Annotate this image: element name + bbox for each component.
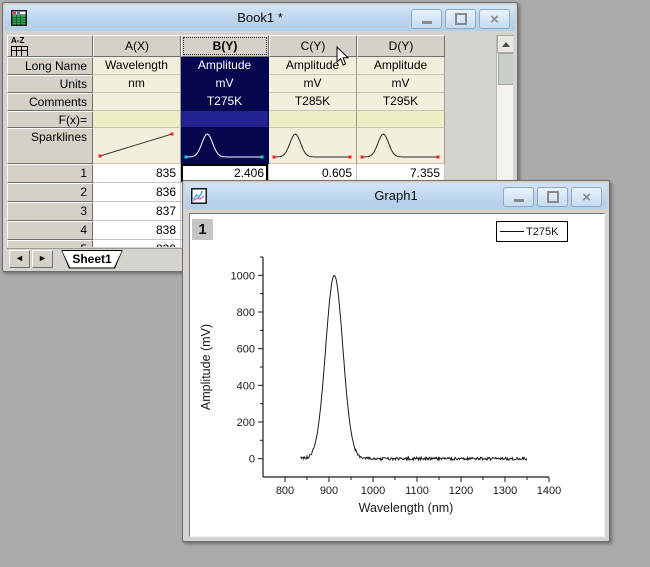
chevron-up-icon — [502, 42, 510, 47]
close-button[interactable]: × — [571, 187, 602, 207]
graph-page: 800 900 1000 1100 1200 1300 1400 0 200 400 600 800 1… — [189, 213, 605, 537]
units-b[interactable]: mV — [181, 75, 269, 93]
svg-text:1000: 1000 — [231, 270, 255, 282]
sparkline-d[interactable] — [357, 128, 445, 164]
maximize-icon — [455, 13, 467, 25]
svg-text:200: 200 — [237, 417, 255, 429]
svg-text:1300: 1300 — [493, 485, 517, 497]
scroll-up-button[interactable] — [497, 35, 513, 53]
cell-a2[interactable]: 836 — [93, 183, 181, 202]
svg-text:600: 600 — [237, 344, 255, 356]
legend-line-sample — [500, 231, 524, 232]
svg-text:800: 800 — [237, 307, 255, 319]
graph-window: Graph1 × 800 900 1000 1100 1200 1300 1400 0 200 4… — [182, 180, 610, 542]
column-header-b[interactable]: B(Y) — [181, 35, 269, 57]
column-header-d[interactable]: D(Y) — [357, 35, 445, 57]
row-number[interactable]: 2 — [7, 183, 93, 202]
workbook-titlebar[interactable]: Book1 * × — [5, 5, 515, 31]
column-header-c[interactable]: C(Y) — [269, 35, 357, 57]
maximize-button[interactable] — [445, 9, 476, 29]
long-name-b[interactable]: Amplitude — [181, 57, 269, 75]
svg-text:900: 900 — [320, 485, 338, 497]
row-label-sparklines[interactable]: Sparklines — [7, 128, 93, 164]
row-number[interactable]: 3 — [7, 202, 93, 221]
comments-d[interactable]: T295K — [357, 93, 445, 111]
filler — [445, 111, 496, 128]
minimize-button[interactable] — [411, 9, 442, 29]
x-axis-label: Wavelength (nm) — [359, 501, 454, 515]
cell-a5[interactable]: 839 — [93, 240, 181, 247]
cell-a3[interactable]: 837 — [93, 202, 181, 221]
fx-d[interactable] — [357, 111, 445, 128]
row-label-comments[interactable]: Comments — [7, 93, 93, 111]
svg-text:1400: 1400 — [537, 485, 561, 497]
desktop: { "desktop": {"bg_color": "#ABABAB"}, "b… — [0, 0, 650, 567]
fx-c[interactable] — [269, 111, 357, 128]
close-icon: × — [490, 12, 499, 27]
svg-text:1000: 1000 — [361, 485, 385, 497]
row-number[interactable]: 5 — [7, 240, 93, 247]
table-grid-icon — [11, 46, 28, 57]
data-curve — [300, 275, 526, 460]
layer-1-badge[interactable]: 1 — [192, 219, 213, 240]
row-label-long-name[interactable]: Long Name — [7, 57, 93, 75]
legend[interactable]: T275K — [496, 221, 568, 242]
units-d[interactable]: mV — [357, 75, 445, 93]
row-label-units[interactable]: Units — [7, 75, 93, 93]
long-name-d[interactable]: Amplitude — [357, 57, 445, 75]
fx-a[interactable] — [93, 111, 181, 128]
svg-text:1200: 1200 — [449, 485, 473, 497]
comments-b[interactable]: T275K — [181, 93, 269, 111]
legend-label: T275K — [526, 226, 558, 238]
units-a[interactable]: nm — [93, 75, 181, 93]
sheet-tab[interactable]: Sheet1 — [61, 250, 123, 269]
close-button[interactable]: × — [479, 9, 510, 29]
svg-text:800: 800 — [276, 485, 294, 497]
scrollbar-thumb[interactable] — [498, 53, 513, 85]
maximize-button[interactable] — [537, 187, 568, 207]
filler — [445, 128, 496, 164]
sparkline-c[interactable] — [269, 128, 357, 164]
maximize-icon — [547, 191, 559, 203]
corner-select-all-cell[interactable]: A-Z — [7, 35, 93, 57]
az-sort-icon: A-Z — [11, 37, 24, 45]
graph-titlebar[interactable]: Graph1 × — [185, 183, 607, 209]
sparkline-a[interactable] — [93, 128, 181, 164]
sheet-tab-label: Sheet1 — [62, 251, 122, 268]
row-number[interactable]: 1 — [7, 164, 93, 183]
units-c[interactable]: mV — [269, 75, 357, 93]
svg-text:0: 0 — [249, 454, 255, 466]
column-header-a[interactable]: A(X) — [93, 35, 181, 57]
long-name-a[interactable]: Wavelength — [93, 57, 181, 75]
filler — [445, 57, 496, 75]
tab-scroll-left-button[interactable]: ◄ — [9, 250, 30, 268]
minimize-icon — [514, 199, 524, 202]
long-name-c[interactable]: Amplitude — [269, 57, 357, 75]
filler — [445, 93, 496, 111]
cell-a4[interactable]: 838 — [93, 221, 181, 240]
minimize-button[interactable] — [503, 187, 534, 207]
comments-a[interactable] — [93, 93, 181, 111]
row-number[interactable]: 4 — [7, 221, 93, 240]
sparkline-b[interactable] — [181, 128, 269, 164]
comments-c[interactable]: T285K — [269, 93, 357, 111]
tab-scroll-right-button[interactable]: ► — [32, 250, 53, 268]
filler — [445, 75, 496, 93]
fx-b[interactable] — [181, 111, 269, 128]
y-axis-label: Amplitude (mV) — [199, 324, 213, 410]
svg-text:400: 400 — [237, 380, 255, 392]
svg-text:1100: 1100 — [405, 485, 429, 497]
axes — [263, 257, 549, 477]
row-label-fx[interactable]: F(x)= — [7, 111, 93, 128]
cell-a1[interactable]: 835 — [93, 164, 181, 183]
header-filler — [445, 35, 496, 57]
minimize-icon — [422, 21, 432, 24]
ticks — [258, 257, 549, 482]
close-icon: × — [582, 190, 591, 205]
plot-area[interactable]: 800 900 1000 1100 1200 1300 1400 0 200 400 600 800 1… — [190, 214, 604, 536]
tick-labels: 800 900 1000 1100 1200 1300 1400 0 200 400 600 800 1… — [231, 270, 562, 497]
